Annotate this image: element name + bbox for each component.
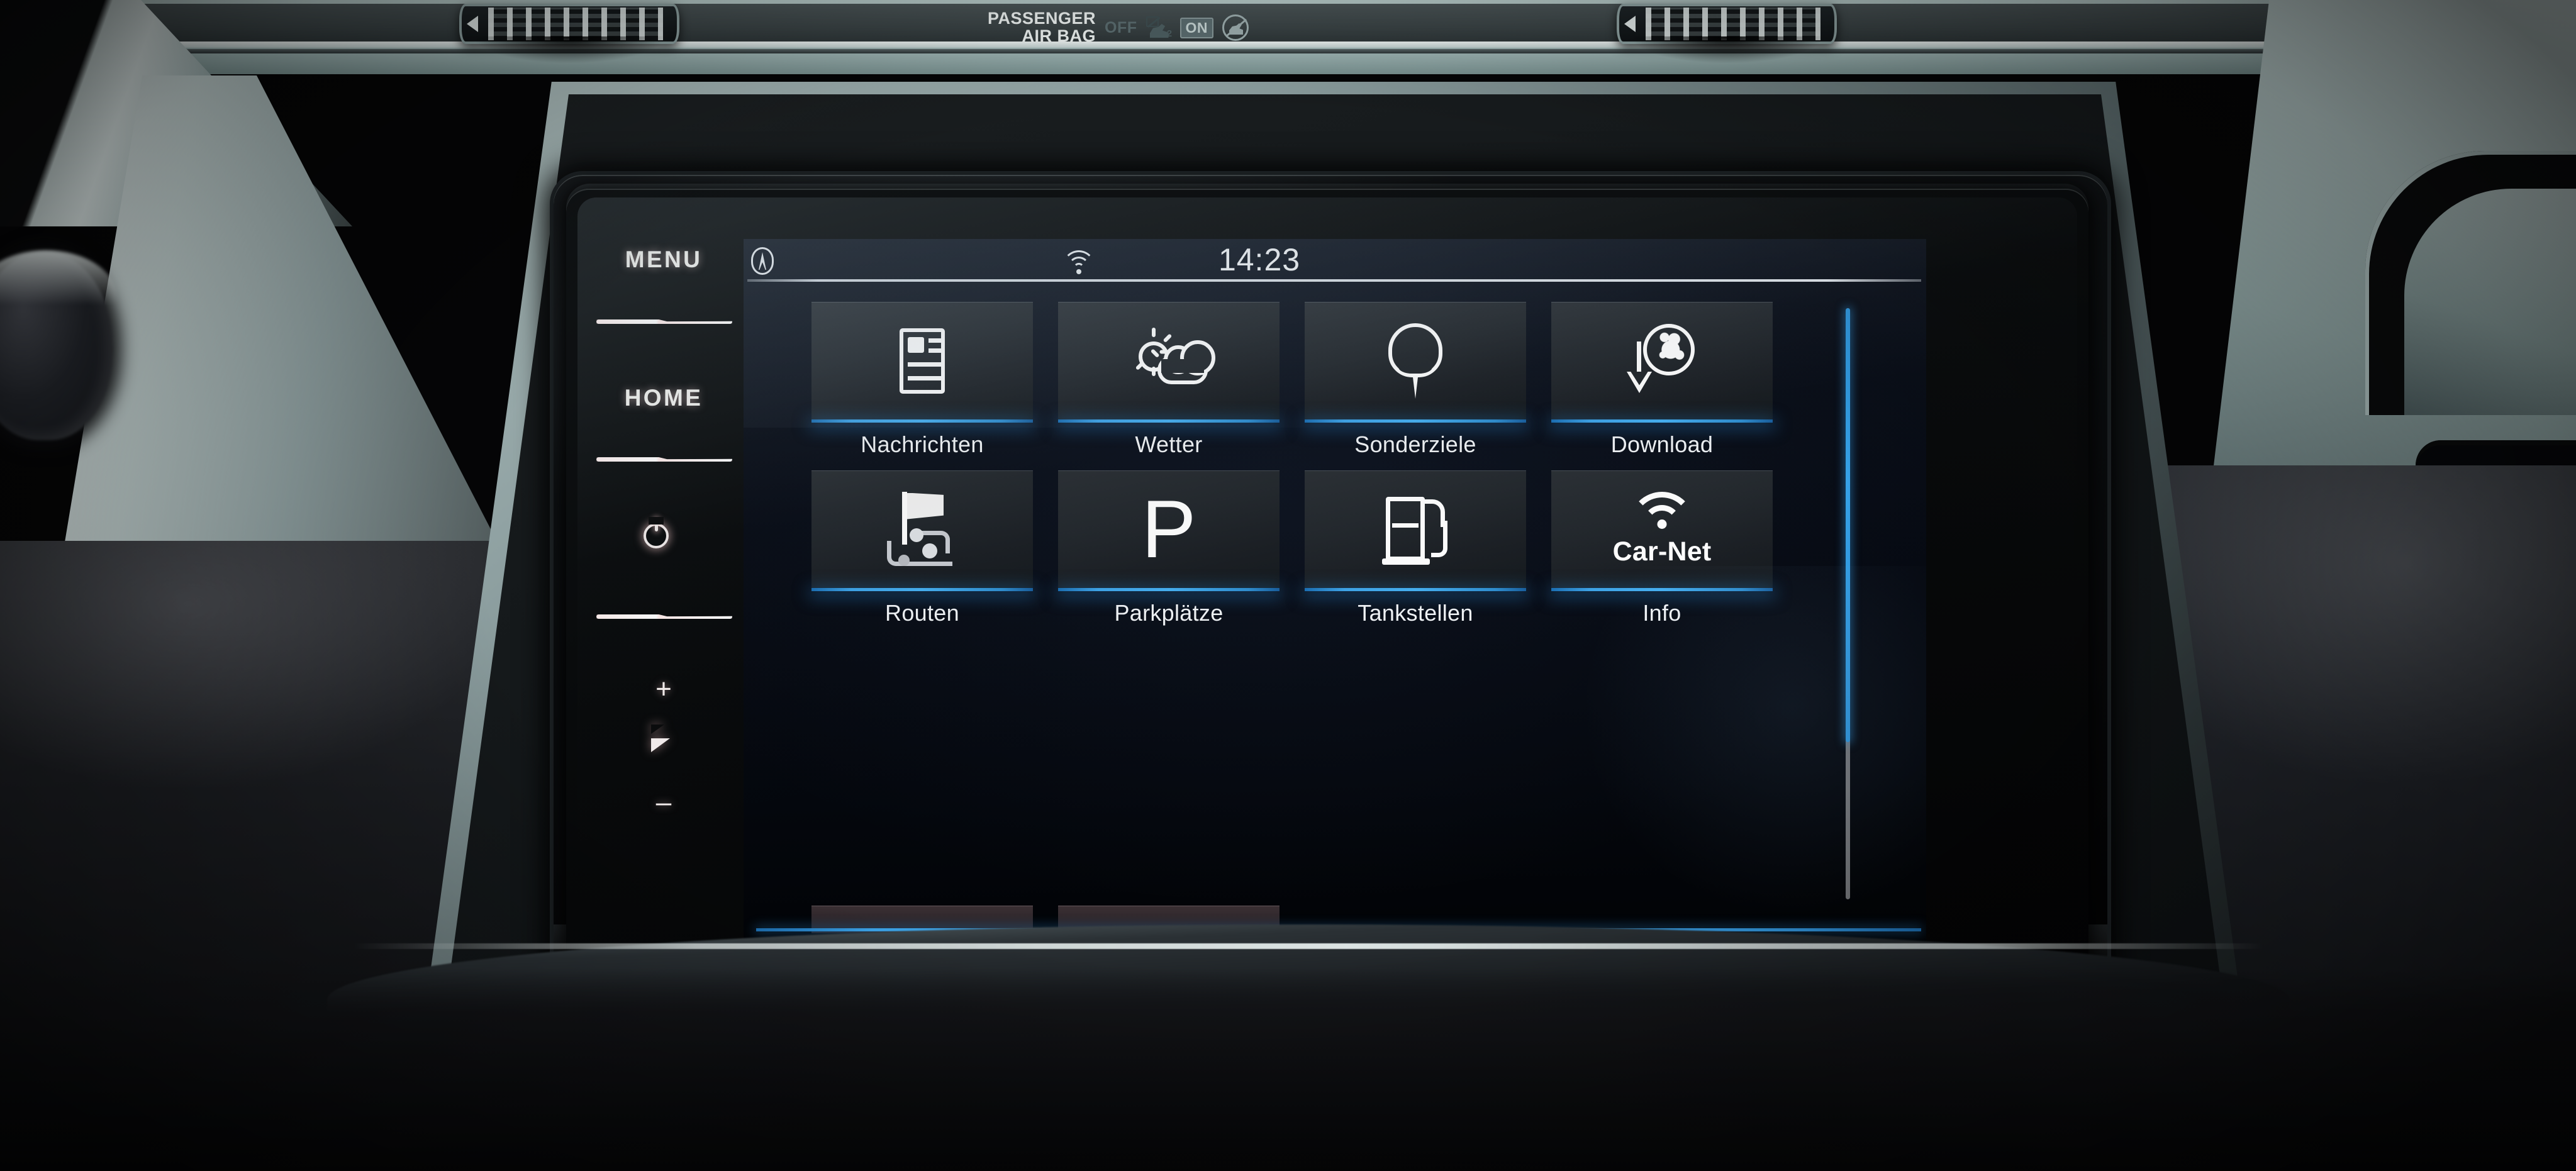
tile-download[interactable] <box>1551 302 1773 419</box>
vent-shadow <box>475 36 664 63</box>
list-item[interactable]: Tankstellen <box>1305 470 1526 639</box>
passenger-airbag-indicator: PASSENGER AIR BAG OFF 2 ON <box>988 4 1378 52</box>
button-divider <box>596 319 732 324</box>
tile-info[interactable]: Car-Net <box>1551 470 1773 588</box>
clock: 14:23 <box>1218 242 1301 277</box>
tile-nachrichten[interactable] <box>811 302 1033 419</box>
tile-tankstellen[interactable] <box>1305 470 1526 588</box>
volume-up-button[interactable]: + <box>585 675 742 703</box>
infotainment-screen[interactable]: 14:23 Nachrichten Wetter Sonderziele Dow… <box>744 239 1926 965</box>
button-divider <box>596 614 732 619</box>
tile-routen[interactable] <box>811 470 1033 588</box>
button-divider <box>596 457 732 462</box>
compass-icon[interactable] <box>751 247 774 275</box>
tile-underline <box>1058 419 1280 423</box>
list-item[interactable]: Sonderziele <box>1305 302 1526 470</box>
lower-trim-highlight <box>352 943 2265 949</box>
volume-icon <box>651 724 670 752</box>
home-button[interactable]: HOME <box>585 385 742 411</box>
shift-knob-highlight <box>0 250 117 345</box>
tile-label: Nachrichten <box>861 431 984 457</box>
fuel-pump-icon <box>1382 493 1449 566</box>
tile-underline <box>1305 419 1526 423</box>
tile-label: Wetter <box>1135 431 1203 457</box>
tile-underline <box>811 419 1033 423</box>
hardware-button-column: MENU HOME + – <box>585 247 742 875</box>
vent-shadow <box>1632 36 1821 63</box>
tile-label: Routen <box>885 600 959 626</box>
status-bar: 14:23 <box>744 239 1926 280</box>
menu-button[interactable]: MENU <box>585 247 742 273</box>
airbag-on-label: ON <box>1179 17 1214 38</box>
tile-underline <box>1551 588 1773 591</box>
list-item[interactable]: Car-Net Info <box>1551 470 1773 639</box>
wifi-icon[interactable] <box>1061 248 1096 275</box>
list-item[interactable]: Routen <box>811 470 1033 639</box>
power-icon[interactable] <box>644 518 669 548</box>
list-item[interactable]: P Parkplätze <box>1058 470 1280 639</box>
car-infotainment-photo: PASSENGER AIR BAG OFF 2 ON MENU HOME + –… <box>0 0 2576 1171</box>
globe-download-icon <box>1627 323 1697 398</box>
tile-underline <box>1058 588 1280 591</box>
list-item[interactable]: Nachrichten <box>811 302 1033 470</box>
list-item[interactable]: Wetter <box>1058 302 1280 470</box>
sun-cloud-icon <box>1127 327 1215 394</box>
tile-wetter[interactable] <box>1058 302 1280 419</box>
airbag-off-icon: 2 <box>1146 15 1172 40</box>
tile-underline <box>811 588 1033 591</box>
tile-label: Tankstellen <box>1358 600 1473 626</box>
tile-label: Sonderziele <box>1354 431 1476 457</box>
route-flag-icon <box>883 491 961 567</box>
tile-underline <box>1551 419 1773 423</box>
tile-label: Info <box>1642 600 1681 626</box>
tile-label: Download <box>1610 431 1714 457</box>
tile-underline <box>1305 588 1526 591</box>
newspaper-icon <box>900 328 945 394</box>
app-tile-grid: Nachrichten Wetter Sonderziele Download … <box>811 302 1818 906</box>
tile-label: Parkplätze <box>1114 600 1224 626</box>
tile-parkplaetze[interactable]: P <box>1058 470 1280 588</box>
volume-down-button[interactable]: – <box>585 789 742 816</box>
no-child-seat-icon <box>1222 14 1249 41</box>
parking-p-icon: P <box>1141 482 1196 575</box>
map-pin-icon <box>1388 323 1442 399</box>
lower-dash-shadow <box>0 968 2576 1171</box>
car-net-wifi-icon: Car-Net <box>1602 491 1722 567</box>
status-bar-divider <box>747 279 1921 282</box>
list-item[interactable]: Download <box>1551 302 1773 470</box>
scrollbar-thumb[interactable] <box>1846 308 1850 742</box>
power-icon-gap <box>649 517 664 524</box>
tile-sonderziele[interactable] <box>1305 302 1526 419</box>
airbag-label-line2: AIR BAG <box>1022 26 1096 45</box>
car-net-wordmark: Car-Net <box>1612 536 1712 567</box>
airbag-label-line1: PASSENGER <box>988 9 1096 28</box>
airbag-off-label: OFF <box>1105 18 1137 36</box>
